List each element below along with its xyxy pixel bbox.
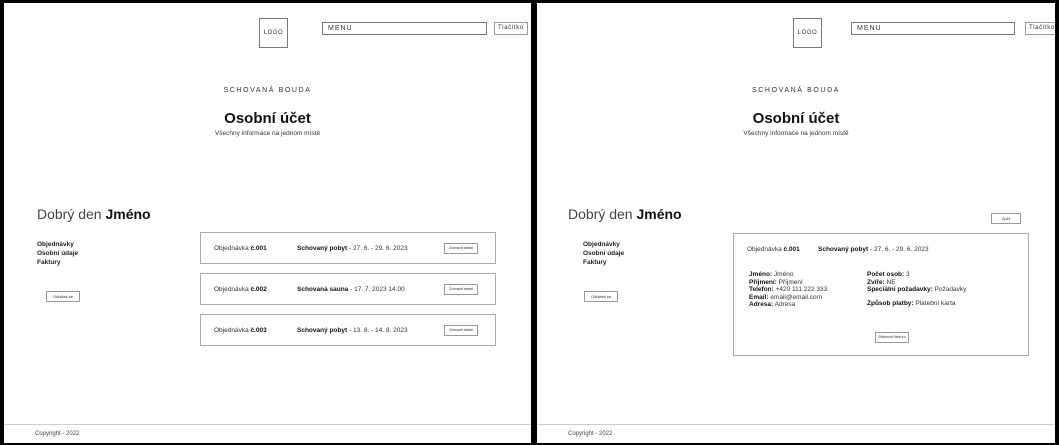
greeting-name: Jméno	[105, 206, 151, 222]
info-first-name: Jméno: Jméno	[749, 271, 794, 278]
footer-copyright: Copyright - 2022	[537, 424, 1055, 443]
brand-name: SCHOVANÁ BOUDA	[751, 87, 840, 94]
order-card: Objednávka č.002 Schovaná sauna - 17. 7.…	[200, 273, 496, 305]
info-special-requests: Speciální požadavky: Požadavky	[867, 286, 967, 293]
order-description: Schovaný pobyt - 13. 8. - 14. 8. 2023	[297, 327, 408, 334]
account-page-order-detail: LOGO MENU Tlačítko SCHOVANÁ BOUDA Osobní…	[537, 3, 1055, 443]
page-title: Osobní účet	[752, 110, 840, 127]
greeting: Dobrý den Jméno	[568, 206, 682, 222]
greeting-prefix: Dobrý den	[37, 206, 102, 222]
logo[interactable]: LOGO	[793, 18, 822, 48]
sidebar-item-personal-info[interactable]: Osobní údaje	[583, 249, 624, 258]
order-number: Objednávka č.002	[214, 286, 267, 293]
sidebar-item-invoices[interactable]: Faktury	[37, 258, 78, 267]
order-number: Objednávka č.001	[214, 245, 267, 252]
order-detail-card: Objednávka č.001 Schovaný pobyt - 27. 6.…	[733, 233, 1029, 356]
sidebar-item-orders[interactable]: Objednávky	[37, 240, 78, 249]
greeting-name: Jméno	[636, 206, 682, 222]
header-button[interactable]: Tlačítko	[1025, 22, 1055, 35]
page-title: Osobní účet	[224, 110, 311, 127]
info-last-name: Příjmení: Příjmení	[749, 278, 803, 286]
account-page-orders: LOGO MENU Tlačítko SCHOVANÁ BOUDA Osobní…	[4, 3, 531, 443]
order-card: Objednávka č.001 Schovaný pobyt - 27. 6.…	[200, 232, 496, 264]
info-phone: Telefon: +420 111 222 333	[749, 286, 828, 293]
show-detail-button[interactable]: Zobrazit detail	[444, 325, 478, 336]
logout-button[interactable]: Odhlásit se	[46, 291, 80, 302]
order-number: Objednávka č.001	[747, 246, 800, 253]
greeting-prefix: Dobrý den	[568, 206, 633, 222]
sidebar-item-invoices[interactable]: Faktury	[583, 258, 624, 267]
booking-info: Počet osob: 3 Zvíře: NE Speciální požada…	[867, 271, 966, 307]
brand-name: SCHOVANÁ BOUDA	[223, 87, 312, 94]
menu-bar[interactable]: MENU	[322, 22, 487, 35]
sidebar-item-personal-info[interactable]: Osobní údaje	[37, 249, 78, 258]
info-email: Email: email@email.com	[749, 293, 823, 301]
sidebar-nav: Objednávky Osobní údaje Faktury	[583, 240, 624, 267]
logo[interactable]: LOGO	[259, 18, 288, 48]
order-card: Objednávka č.003 Schovaný pobyt - 13. 8.…	[200, 314, 496, 346]
order-description: Schovaný pobyt - 27. 6. - 29. 6. 2023	[818, 246, 929, 253]
header-button[interactable]: Tlačítko	[494, 22, 528, 35]
back-button[interactable]: Zpět	[991, 213, 1021, 224]
customer-info: Jméno: Jméno Příjmení: Příjmení Telefon:…	[749, 271, 827, 309]
greeting: Dobrý den Jméno	[37, 206, 151, 222]
info-payment-method: Způsob platby: Platební karta	[867, 299, 956, 307]
info-guest-count: Počet osob: 3	[867, 271, 910, 278]
show-detail-button[interactable]: Zobrazit detail	[444, 243, 478, 254]
order-description: Schovaná sauna - 17. 7. 2023 14:00	[297, 286, 405, 293]
order-description: Schovaný pobyt - 27. 6. - 29. 6. 2023	[297, 245, 408, 252]
page-subtitle: Všechny informace na jednom místě	[214, 130, 321, 137]
page-subtitle: Všechny informace na jednom místě	[743, 130, 849, 137]
logout-button[interactable]: Odhlásit se	[584, 291, 618, 302]
sidebar-nav: Objednávky Osobní údaje Faktury	[37, 240, 78, 267]
footer-copyright: Copyright - 2022	[4, 424, 531, 443]
show-detail-button[interactable]: Zobrazit detail	[444, 284, 478, 295]
info-pet: Zvíře: NE	[867, 278, 896, 286]
menu-bar[interactable]: MENU	[851, 22, 1015, 35]
sidebar-item-orders[interactable]: Objednávky	[583, 240, 624, 249]
order-number: Objednávka č.003	[214, 327, 267, 334]
download-invoice-button[interactable]: Stáhnout fakturu	[875, 332, 909, 343]
info-address: Adresa: Adresa	[749, 301, 796, 308]
